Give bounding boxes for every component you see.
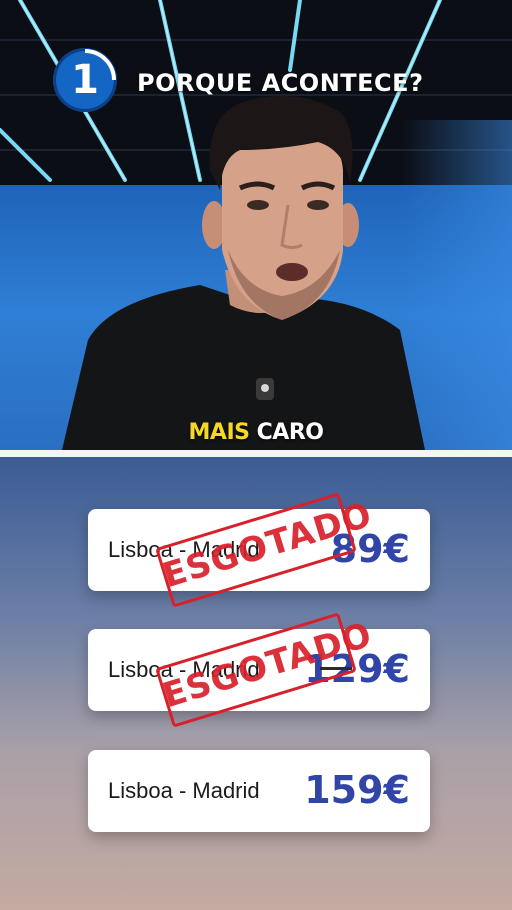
ticket-card: Lisboa - Madrid 89€ ESGOTADO — [88, 492, 430, 608]
step-number-badge: 1 — [53, 48, 117, 112]
caption-text: CARO — [249, 420, 324, 445]
video-headline: PORQUE ACONTECE? — [137, 69, 424, 97]
price-comparison-panel: Lisboa - Madrid 89€ ESGOTADO Lisboa - Ma… — [0, 457, 512, 910]
video-frame: 1 PORQUE ACONTECE? MAIS CARO — [0, 0, 512, 450]
caption-highlight: MAIS — [188, 420, 250, 445]
ticket-route: Lisboa - Madrid — [108, 778, 260, 803]
sold-out-stamp: ESGOTADO — [154, 488, 377, 611]
ticket-card: Lisboa - Madrid 159€ — [88, 750, 430, 832]
section-divider — [0, 450, 512, 457]
badge-ring-icon — [84, 49, 116, 81]
sold-out-stamp: ESGOTADO — [154, 608, 377, 731]
ticket-price: 159€ — [304, 768, 410, 812]
ticket-card: Lisboa - Madrid 129€ ESGOTADO — [88, 612, 430, 728]
subtitle-caption: MAIS CARO — [0, 420, 512, 445]
